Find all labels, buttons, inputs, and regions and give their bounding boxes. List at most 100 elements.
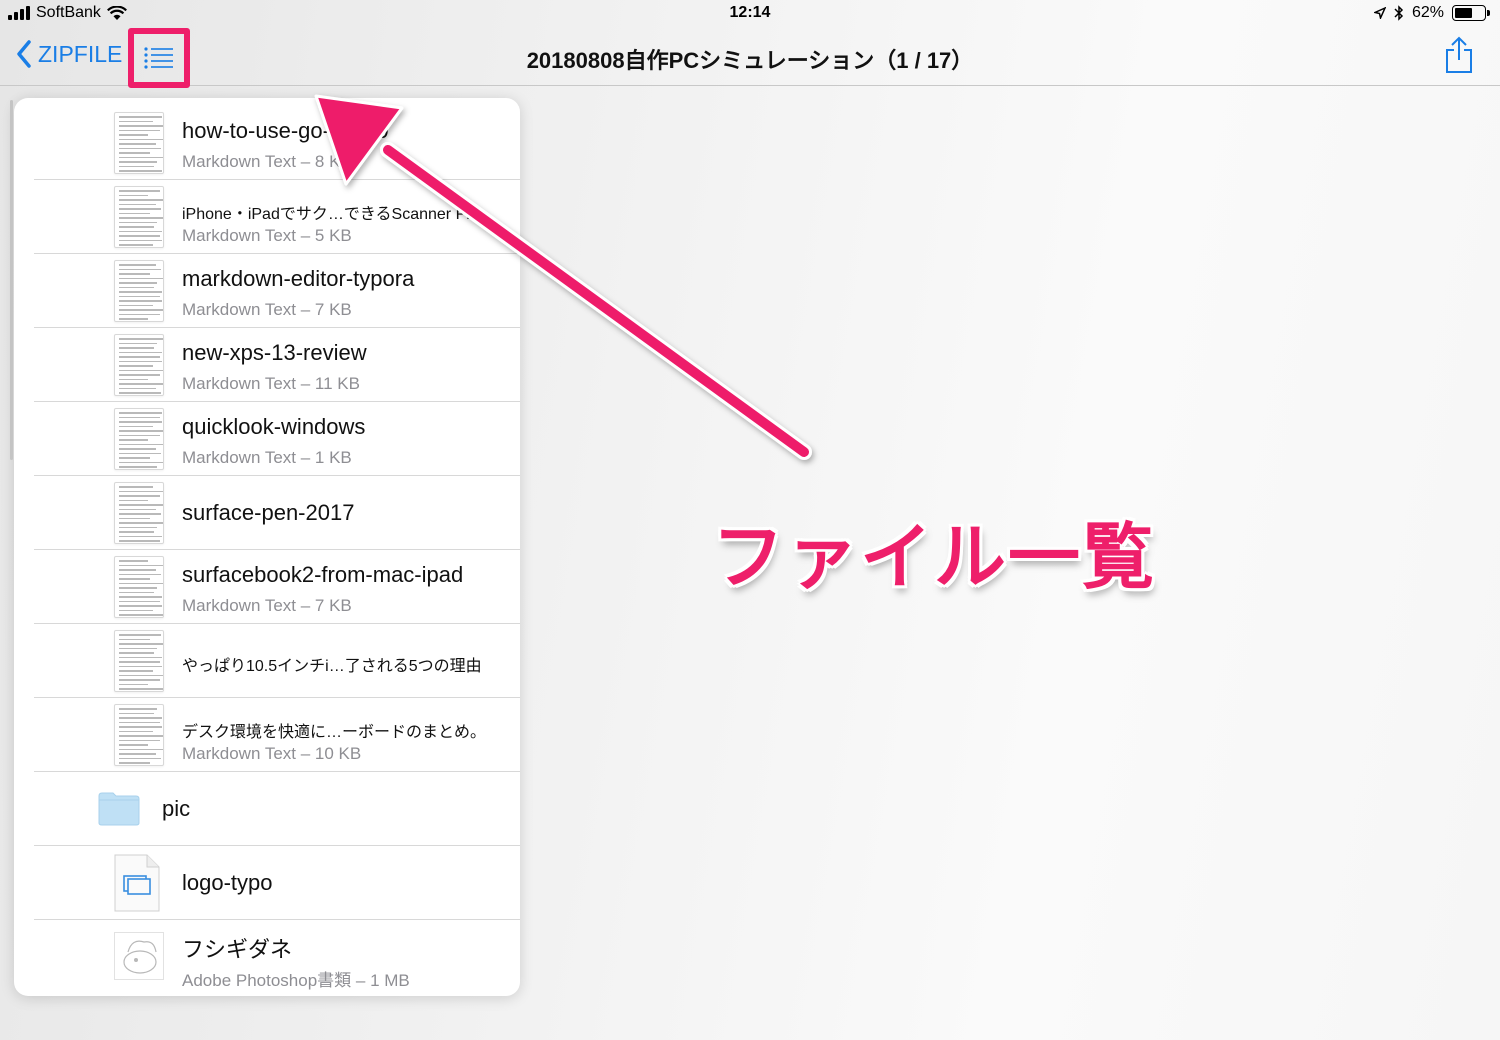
list-item[interactable]: iPhone・iPadでサク…できるScanner Pro Markdown T… xyxy=(14,180,520,254)
thumbnail-text-line xyxy=(119,138,163,140)
list-item[interactable]: デスク環境を快適に…ーボードのまとめ。 Markdown Text – 10 K… xyxy=(14,698,520,772)
image-thumbnail xyxy=(114,932,164,980)
thumbnail-text-line xyxy=(119,147,162,149)
list-item[interactable]: new-xps-13-review Markdown Text – 11 KB xyxy=(14,328,520,402)
thumbnail-text-line xyxy=(119,499,148,501)
thumbnail-text-line xyxy=(119,342,158,344)
thumbnail-text-line xyxy=(119,531,154,533)
thumbnail-text-line xyxy=(119,217,163,219)
thumbnail-text-line xyxy=(119,313,160,315)
thumbnail-text-line xyxy=(119,461,163,463)
file-meta: Markdown Text – 1 KB xyxy=(182,448,352,467)
thumbnail-text-line xyxy=(119,277,163,279)
thumbnail-text-line xyxy=(119,757,162,759)
list-item[interactable]: surfacebook2-from-mac-ipad Markdown Text… xyxy=(14,550,520,624)
list-item[interactable]: logo-typo xyxy=(14,846,520,920)
thumbnail-text-line xyxy=(119,652,154,654)
list-item[interactable]: quicklook-windows Markdown Text – 1 KB xyxy=(14,402,520,476)
thumbnail-text-line xyxy=(119,670,153,672)
file-name: new-xps-13-review xyxy=(182,340,367,365)
list-item[interactable]: how-to-use-go-kit350 Markdown Text – 8 K… xyxy=(14,106,520,180)
thumbnail-text-line xyxy=(119,443,163,445)
thumbnail-text-line xyxy=(119,116,163,118)
annotation-label: ファイル一覧 xyxy=(712,515,1157,599)
navigation-bar: ZIPFILE 20180808自作PCシミュレーション（1 / 17） xyxy=(0,28,1500,88)
thumbnail-text-line xyxy=(119,466,158,468)
thumbnail-text-line xyxy=(119,282,158,284)
document-thumbnail xyxy=(114,186,164,248)
battery-percent: 62% xyxy=(1411,4,1444,21)
list-item[interactable]: やっぱり10.5インチi…了される5つの理由 xyxy=(14,624,520,698)
thumbnail-text-line xyxy=(119,647,158,649)
file-meta: Markdown Text – 7 KB xyxy=(182,596,352,615)
thumbnail-text-line xyxy=(119,365,153,367)
thumbnail-text-line xyxy=(119,190,160,192)
thumbnail-text-line xyxy=(119,374,160,376)
thumbnail-text-line xyxy=(119,304,153,306)
battery-fill xyxy=(1455,8,1473,18)
thumbnail-text-line xyxy=(119,356,161,358)
thumbnail-text-line xyxy=(119,661,161,663)
thumbnail-text-line xyxy=(119,360,163,362)
thumbnail-text-line xyxy=(119,753,157,755)
thumbnail-text-line xyxy=(119,504,163,506)
thumbnail-text-line xyxy=(119,688,163,690)
thumbnail-text-line xyxy=(119,717,163,719)
thumbnail-text-line xyxy=(119,708,158,710)
list-item[interactable]: フシギダネ Adobe Photoshop書類 – 1 MB xyxy=(14,920,520,994)
thumbnail-text-line xyxy=(119,564,163,566)
thumbnail-text-line xyxy=(119,134,148,136)
thumbnail-text-line xyxy=(119,161,158,163)
list-item[interactable]: surface-pen-2017 xyxy=(14,476,520,550)
bluetooth-icon xyxy=(1394,5,1404,21)
thumbnail-text-line xyxy=(119,152,151,154)
thumbnail-text-line xyxy=(119,726,163,728)
battery-icon xyxy=(1452,5,1490,21)
thumbnail-text-line xyxy=(119,735,163,737)
thumbnail-text-line xyxy=(119,268,162,270)
thumbnail-text-line xyxy=(119,739,160,741)
status-right: 62% xyxy=(1373,4,1490,22)
list-item[interactable]: markdown-editor-typora Markdown Text – 7… xyxy=(14,254,520,328)
thumbnail-text-line xyxy=(119,486,153,488)
thumbnail-text-line xyxy=(119,434,160,436)
thumbnail-text-line xyxy=(119,244,153,246)
thumbnail-text-line xyxy=(119,540,161,542)
thumbnail-text-line xyxy=(119,194,148,196)
file-meta: Markdown Text – 11 KB xyxy=(182,374,360,393)
document-thumbnail xyxy=(114,630,164,692)
file-meta: Adobe Photoshop書類 – 1 MB xyxy=(182,971,410,990)
thumbnail-text-line xyxy=(119,748,163,750)
file-name: logo-typo xyxy=(182,870,273,895)
status-time: 12:14 xyxy=(729,4,771,21)
thumbnail-text-line xyxy=(119,226,154,228)
thumbnail-text-line xyxy=(119,273,151,275)
folder-item[interactable]: pic xyxy=(14,772,520,846)
thumbnail-text-line xyxy=(119,452,162,454)
thumbnail-text-line xyxy=(119,605,163,607)
file-name: フシギダネ xyxy=(182,937,293,962)
thumbnail-text-line xyxy=(119,560,148,562)
thumbnail-text-line xyxy=(119,208,162,210)
thumbnail-text-line xyxy=(119,508,157,510)
share-icon[interactable] xyxy=(1444,36,1474,74)
thumbnail-text-line xyxy=(119,291,163,293)
thumbnail-text-line xyxy=(119,762,151,764)
thumbnail-text-line xyxy=(119,120,153,122)
file-name: surface-pen-2017 xyxy=(182,500,355,525)
thumbnail-text-line xyxy=(119,674,163,676)
thumbnail-text-line xyxy=(119,600,161,602)
document-thumbnail xyxy=(114,260,164,322)
thumbnail-text-line xyxy=(119,165,154,167)
thumbnail-text-line xyxy=(119,526,158,528)
thumbnail-text-line xyxy=(119,235,161,237)
status-bar: SoftBank 12:14 62% xyxy=(0,0,1500,28)
thumbnail-text-line xyxy=(119,457,151,459)
thumbnail-text-line xyxy=(119,582,163,584)
file-name: how-to-use-go-kit350 xyxy=(182,118,389,143)
thumbnail-text-line xyxy=(119,239,163,241)
thumbnail-text-line xyxy=(119,730,153,732)
thumbnail-text-line xyxy=(119,230,163,232)
thumbnail-text-line xyxy=(119,513,162,515)
folder-icon xyxy=(98,792,140,826)
